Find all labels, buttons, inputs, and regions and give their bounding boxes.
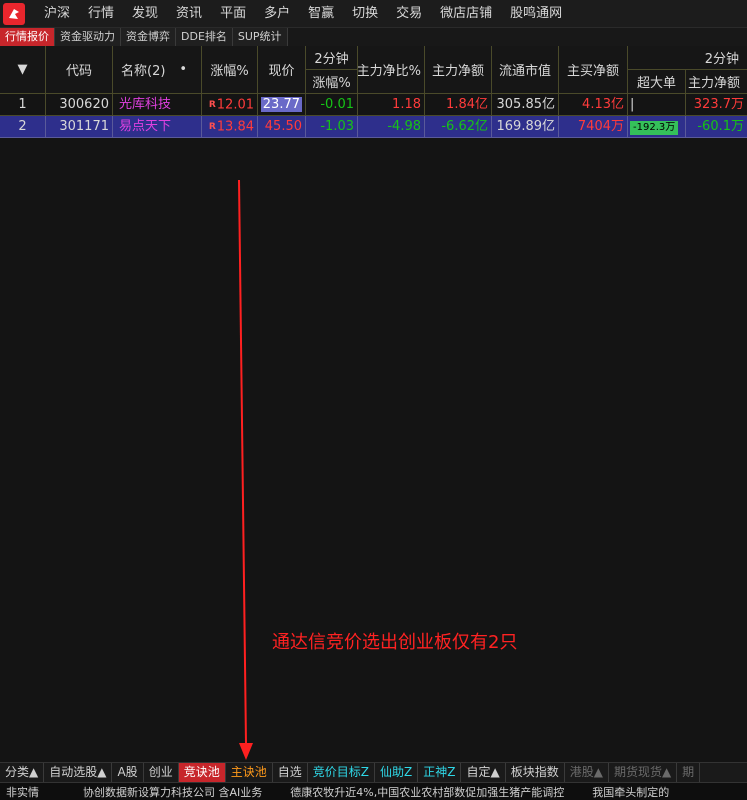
btab-a-shares[interactable]: A股 xyxy=(112,763,144,782)
r-mark: R xyxy=(208,122,216,132)
tab-zijin-qudongli[interactable]: 资金驱动力 xyxy=(55,28,121,46)
super-large-cell: -192.3万 xyxy=(628,116,686,138)
btab-jingjue-pool[interactable]: 竞诀池 xyxy=(178,763,226,782)
menu-item-jiaoyi[interactable]: 交易 xyxy=(387,0,431,28)
btab-fenlei[interactable]: 分类▲ xyxy=(0,763,45,782)
tab-zijin-boyi[interactable]: 资金博弈 xyxy=(121,28,176,46)
header-main-net-ratio[interactable]: 主力净比% xyxy=(358,46,425,94)
main-net: 1.84亿 xyxy=(425,94,492,116)
float-cap: 305.85亿 xyxy=(492,94,559,116)
view-tabs: 行情报价 资金驱动力 资金博弈 DDE排名 SUP统计 xyxy=(0,28,747,46)
table-row-selected[interactable]: 2 301171 易点天下 R13.84 45.50 -1.03 -4.98 -… xyxy=(0,116,747,138)
r-mark: R xyxy=(208,100,216,110)
menu-item-zhiying[interactable]: 智赢 xyxy=(299,0,343,28)
btab-xianzhu[interactable]: 仙助Z xyxy=(375,763,419,782)
bottom-tabs: 分类▲ 自动选股▲ A股 创业 竞诀池 主诀池 自选 竞价目标Z 仙助Z 正神Z… xyxy=(0,762,747,782)
header-change-pct[interactable]: 涨幅% xyxy=(202,46,258,94)
header-price[interactable]: 现价 xyxy=(258,46,306,94)
main-net-ratio: -4.98 xyxy=(358,116,425,138)
super-large-pill: -192.3万 xyxy=(630,121,679,135)
btab-futures-spot[interactable]: 期货现货▲ xyxy=(609,763,678,782)
header-two-min-bottom[interactable]: 涨幅% xyxy=(306,70,358,94)
main-net: -6.62亿 xyxy=(425,116,492,138)
super-large: | xyxy=(628,94,686,116)
stock-code: 301171 xyxy=(46,116,113,138)
header-two-min-top[interactable]: 2分钟 xyxy=(306,46,358,70)
ticker-item[interactable]: 协创数据新设算力科技公司 含AI业务 xyxy=(53,784,268,800)
btab-more[interactable]: 期 xyxy=(677,763,701,782)
header-name-dot: • xyxy=(179,62,188,77)
two-min-pct: -1.03 xyxy=(306,116,358,138)
header-main-buy-net[interactable]: 主买净额 xyxy=(559,46,628,94)
app-logo[interactable] xyxy=(0,0,28,28)
menu-item-qiehuan[interactable]: 切换 xyxy=(343,0,387,28)
menu-item-guming[interactable]: 股鸣通网 xyxy=(501,0,571,28)
menu-bar: 沪深 行情 发现 资讯 平面 多户 智赢 切换 交易 微店店铺 股鸣通网 xyxy=(0,0,747,28)
btab-zhujue-pool[interactable]: 主诀池 xyxy=(226,763,273,782)
logo-icon xyxy=(3,2,25,25)
main-buy-net: 4.13亿 xyxy=(559,94,628,116)
annotation-text: 通达信竞价选出创业板仅有2只 xyxy=(272,632,518,653)
menu-item-hangqing[interactable]: 行情 xyxy=(79,0,123,28)
price-value: 45.50 xyxy=(258,116,306,138)
main-buy-net: 7404万 xyxy=(559,116,628,138)
menu-item-hushen[interactable]: 沪深 xyxy=(28,0,79,28)
btab-custom[interactable]: 自定▲ xyxy=(461,763,506,782)
btab-auto-select[interactable]: 自动选股▲ xyxy=(44,763,113,782)
btab-chuangye[interactable]: 创业 xyxy=(144,763,179,782)
menu-item-pingmian[interactable]: 平面 xyxy=(211,0,255,28)
menu-item-duohu[interactable]: 多户 xyxy=(255,0,299,28)
btab-zixuan[interactable]: 自选 xyxy=(273,763,308,782)
sort-column-header[interactable]: ▼ xyxy=(0,46,46,94)
row-index: 2 xyxy=(0,116,46,138)
change-pct-value: 13.84 xyxy=(216,119,254,135)
arrow-head xyxy=(239,743,253,760)
btab-sector-index[interactable]: 板块指数 xyxy=(506,763,565,782)
main-net-2: -60.1万 xyxy=(686,116,747,138)
header-two-min-group[interactable]: 2分钟 xyxy=(628,46,747,70)
header-name-label: 名称(2) xyxy=(121,64,166,79)
btab-zhengshen[interactable]: 正神Z xyxy=(418,763,462,782)
price-cell: 23.77 xyxy=(258,94,306,116)
tab-sup-stats[interactable]: SUP统计 xyxy=(232,28,288,46)
menu-item-zixun[interactable]: 资讯 xyxy=(167,0,211,28)
header-main-net-2[interactable]: 主力净额 xyxy=(686,70,747,94)
row-index: 1 xyxy=(0,94,46,116)
table-row[interactable]: 1 300620 光库科技 R12.01 23.77 -0.01 1.18 1.… xyxy=(0,94,747,116)
news-ticker: 非实情 协创数据新设算力科技公司 含AI业务 德康农牧升近4%,中国农业农村部数… xyxy=(0,782,747,800)
main-net-2: 323.7万 xyxy=(686,94,747,116)
btab-jingjia-mubiao[interactable]: 竞价目标Z xyxy=(308,763,375,782)
header-main-net[interactable]: 主力净额 xyxy=(425,46,492,94)
stock-name: 易点天下 xyxy=(113,116,202,138)
sort-arrow-icon: ▼ xyxy=(17,62,28,77)
stock-code: 300620 xyxy=(46,94,113,116)
stock-name: 光库科技 xyxy=(113,94,202,116)
menu-item-faxian[interactable]: 发现 xyxy=(123,0,167,28)
tab-hangqing-baojia[interactable]: 行情报价 xyxy=(0,28,55,46)
header-name[interactable]: 名称(2) • xyxy=(113,46,202,94)
change-pct-cell: R13.84 xyxy=(202,116,258,138)
ticker-item[interactable]: 我国牵头制定的 xyxy=(570,784,675,800)
arrow-shaft xyxy=(238,179,247,745)
header-float-cap[interactable]: 流通市值 xyxy=(492,46,559,94)
ticker-label: 非实情 xyxy=(6,785,39,799)
ticker-item[interactable]: 德康农牧升近4%,中国农业农村部数促加强生猪产能调控 xyxy=(268,784,570,800)
header-code[interactable]: 代码 xyxy=(46,46,113,94)
btab-hk-stocks[interactable]: 港股▲ xyxy=(565,763,609,782)
tab-dde-ranking[interactable]: DDE排名 xyxy=(176,28,233,46)
two-min-pct: -0.01 xyxy=(306,94,358,116)
menu-item-weidian[interactable]: 微店店铺 xyxy=(431,0,501,28)
change-pct-cell: R12.01 xyxy=(202,94,258,116)
price-value: 23.77 xyxy=(260,97,302,112)
header-super-large[interactable]: 超大单 xyxy=(628,70,686,94)
change-pct-value: 12.01 xyxy=(216,97,254,113)
main-net-ratio: 1.18 xyxy=(358,94,425,116)
float-cap: 169.89亿 xyxy=(492,116,559,138)
